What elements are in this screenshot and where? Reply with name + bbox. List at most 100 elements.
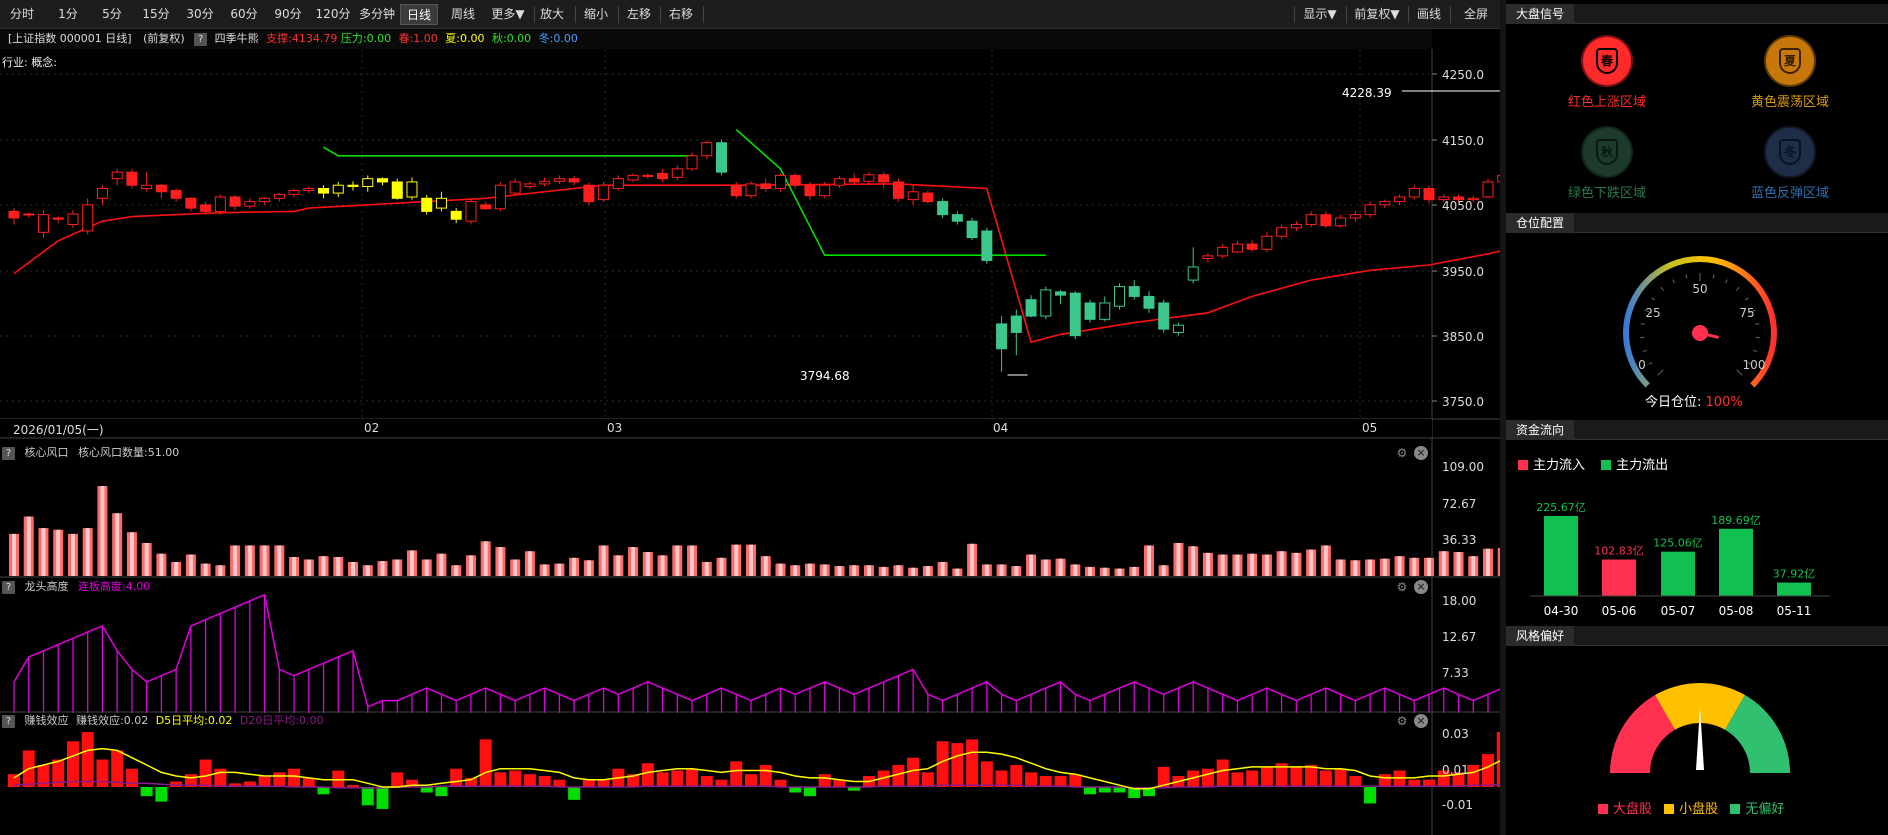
money-effect-bar [553, 779, 566, 787]
hotspot-bar-highlight [970, 543, 975, 576]
candle-body [568, 178, 580, 183]
panel2-axis-tick: 12.67 [1442, 630, 1477, 644]
pan-left-button[interactable]: 左移 [624, 4, 654, 25]
period-button-fenshi[interactable]: 分时 [3, 4, 41, 25]
candle [1084, 299, 1096, 323]
period-button-multi[interactable]: 多分钟 [356, 4, 398, 25]
candle-body [730, 184, 742, 197]
hotspot-bar-highlight [616, 555, 621, 576]
pan-right-button[interactable]: 右移 [666, 4, 696, 25]
period-button-60min[interactable]: 60分 [225, 4, 263, 25]
close-icon[interactable]: × [1414, 714, 1428, 728]
zoom-out-button[interactable]: 缩小 [581, 4, 611, 25]
hotspot-bar-highlight [837, 566, 842, 576]
panel3-d20: D20日平均:0.00 [239, 714, 324, 727]
date-axis-tick: 04 [993, 421, 1009, 435]
gear-icon[interactable]: ⚙ [1395, 446, 1409, 460]
money-effect-bar [288, 768, 301, 787]
outflow-legend-label: 主力流出 [1616, 458, 1669, 473]
fullscreen-button[interactable]: 全屏 [1458, 4, 1494, 25]
money-effect-bar [376, 787, 389, 809]
money-effect-bar [302, 777, 315, 787]
hotspot-bar-highlight [778, 563, 783, 576]
candle-body [377, 178, 388, 183]
money-effect-bar [96, 759, 109, 787]
period-button-1min[interactable]: 1分 [51, 4, 85, 25]
signal-autumn: 秋 绿色下跌区域 [1555, 128, 1659, 201]
period-button-90min[interactable]: 90分 [269, 4, 307, 25]
hotspot-bar-highlight [925, 566, 930, 576]
gauge-label-50: 50 [1692, 282, 1707, 296]
candle-body [332, 184, 344, 194]
hotspot-bar-highlight [1279, 551, 1284, 576]
money-effect-bar [656, 772, 669, 787]
hotspot-bar-highlight [70, 533, 75, 576]
fund-flow-value: 189.69亿 [1711, 514, 1761, 527]
money-effect-bar [671, 770, 684, 787]
hotspot-bar-highlight [1323, 545, 1328, 576]
hotspot-bar-highlight [1161, 565, 1166, 576]
candle-body [1246, 243, 1258, 250]
period-button-daily[interactable]: 日线 [400, 4, 438, 25]
period-button-weekly[interactable]: 周线 [444, 4, 482, 25]
large-cap-label: 大盘股 [1613, 802, 1653, 817]
close-icon[interactable]: × [1414, 580, 1428, 594]
zoom-in-button[interactable]: 放大 [537, 4, 567, 25]
gear-icon[interactable]: ⚙ [1395, 580, 1409, 594]
candle-body [435, 197, 447, 209]
candle-body [760, 183, 772, 189]
period-button-5min[interactable]: 5分 [95, 4, 129, 25]
candle-body [23, 213, 35, 216]
price-axis-tick: 3750.0 [1442, 395, 1484, 409]
hotspot-bar-highlight [793, 565, 798, 576]
candle-body [553, 178, 565, 182]
candle-body [819, 184, 831, 197]
small-cap-swatch [1664, 804, 1675, 814]
hotspot-bar-highlight [734, 544, 739, 576]
candle [937, 198, 949, 218]
display-dropdown[interactable]: 显示▼ [1298, 4, 1342, 25]
position-label: 今日仓位: [1645, 395, 1702, 410]
hotspot-bar-highlight [690, 545, 695, 576]
candle-body [598, 184, 610, 201]
hotspot-bar-highlight [1088, 566, 1093, 576]
candle-body [1025, 299, 1037, 317]
hotspot-bar-highlight [85, 528, 90, 576]
hotspot-bar-highlight [1427, 557, 1432, 576]
indicator-name: 四季牛熊 [214, 32, 259, 45]
candle-body [391, 181, 403, 199]
candle [465, 198, 477, 225]
candle-body [804, 184, 816, 197]
period-button-120min[interactable]: 120分 [312, 4, 354, 25]
money-effect-bar [66, 741, 79, 787]
fund-flow-bar [1777, 582, 1811, 596]
hotspot-bar-highlight [218, 565, 223, 576]
help-icon[interactable]: ? [2, 447, 15, 460]
price-axis-tick: 3950.0 [1442, 265, 1484, 279]
help-icon[interactable]: ? [194, 33, 208, 46]
help-icon[interactable]: ? [2, 715, 15, 728]
price-axis-tick: 4250.0 [1442, 68, 1484, 82]
close-icon[interactable]: × [1414, 446, 1428, 460]
gear-icon[interactable]: ⚙ [1395, 714, 1409, 728]
signal-summer-label: 黄色震荡区域 [1750, 95, 1829, 110]
period-more-dropdown[interactable]: 更多▼ [486, 4, 530, 25]
period-button-15min[interactable]: 15分 [137, 4, 175, 25]
hotspot-bar-highlight [424, 559, 429, 576]
help-icon[interactable]: ? [2, 581, 15, 594]
candle-body [1010, 315, 1022, 333]
draw-line-button[interactable]: 画线 [1414, 4, 1444, 25]
hotspot-bar-highlight [749, 544, 753, 576]
money-effect-bar [494, 772, 507, 787]
winter-value: 冬:0.00 [538, 32, 578, 45]
candle-body [421, 197, 433, 212]
spring-value: 春:1.00 [398, 32, 438, 45]
candle-body [406, 181, 418, 198]
period-button-30min[interactable]: 30分 [181, 4, 219, 25]
money-effect-bar [1025, 772, 1038, 787]
toolbar-divider [1294, 6, 1295, 23]
hotspot-bar-highlight [822, 564, 827, 576]
candle-body [937, 201, 949, 216]
gauge-hub [1692, 325, 1708, 341]
adjust-dropdown[interactable]: 前复权▼ [1350, 4, 1404, 25]
